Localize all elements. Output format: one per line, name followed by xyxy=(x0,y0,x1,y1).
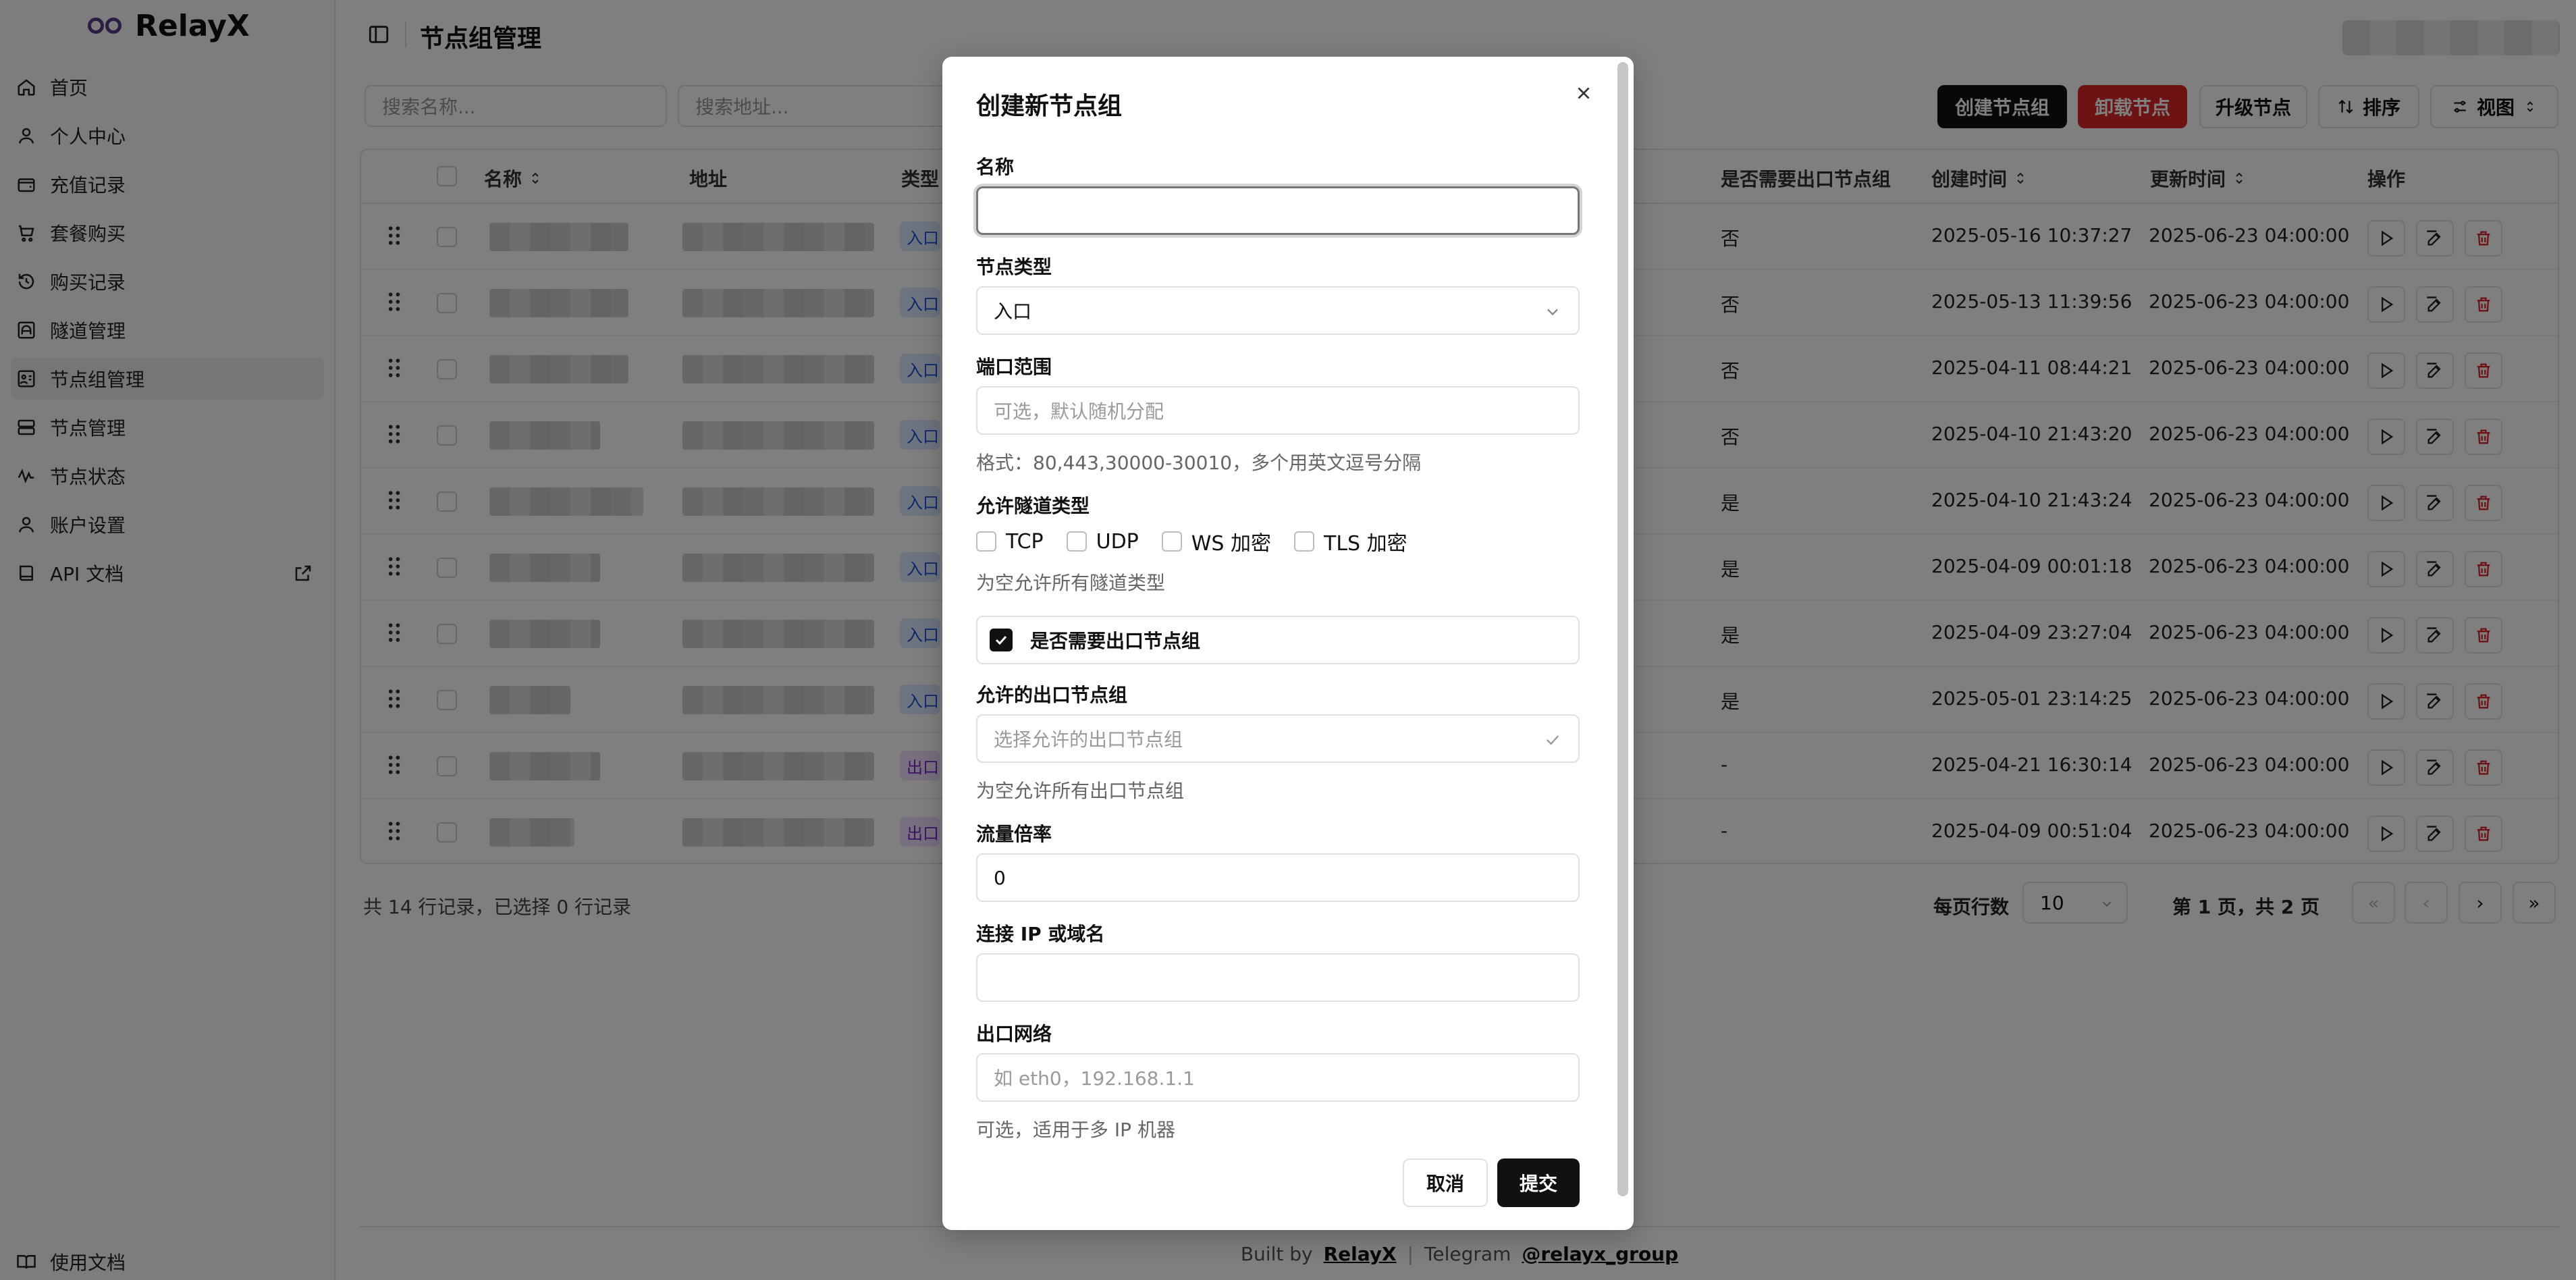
dialog-title: 创建新节点组 xyxy=(976,92,1123,120)
name-input[interactable] xyxy=(976,186,1580,235)
tunnel-type-tls[interactable]: TLS 加密 xyxy=(1294,527,1407,556)
node-type-select[interactable]: 入口 xyxy=(976,286,1580,335)
chevron-down-icon xyxy=(1547,309,1558,316)
need-exit-checkbox[interactable] xyxy=(990,629,1013,651)
tcp-checkbox[interactable] xyxy=(976,531,996,552)
create-group-dialog: 创建新节点组 名称 节点类型 入口 端口范围 可选，默认随机分配 格式：80,4… xyxy=(942,57,1634,1230)
node-type-label: 节点类型 xyxy=(976,256,1052,278)
need-exit-option[interactable]: 是否需要出口节点组 xyxy=(976,616,1580,664)
port-range-input[interactable]: 可选，默认随机分配 xyxy=(976,386,1580,435)
traffic-ratio-label: 流量倍率 xyxy=(976,823,1052,845)
check-icon xyxy=(995,635,1007,645)
tunnel-types-group: TCP UDP WS 加密 TLS 加密 xyxy=(976,527,1420,556)
egress-network-label: 出口网络 xyxy=(976,1023,1052,1045)
submit-button[interactable]: 提交 xyxy=(1497,1158,1580,1207)
egress-network-input[interactable]: 如 eth0，192.168.1.1 xyxy=(976,1053,1580,1102)
close-icon[interactable] xyxy=(1569,78,1599,108)
tunnel-types-label: 允许隧道类型 xyxy=(976,495,1090,517)
port-range-label: 端口范围 xyxy=(976,356,1052,378)
connect-address-label: 连接 IP 或域名 xyxy=(976,923,1105,945)
port-range-help: 格式：80,443,30000-30010，多个用英文逗号分隔 xyxy=(976,452,1422,474)
dialog-scrollbar[interactable] xyxy=(1617,62,1628,1196)
ws-checkbox[interactable] xyxy=(1161,531,1182,552)
exit-groups-help: 为空允许所有出口节点组 xyxy=(976,780,1185,802)
tunnel-type-ws[interactable]: WS 加密 xyxy=(1161,527,1271,556)
traffic-ratio-input[interactable]: 0 xyxy=(976,853,1580,902)
name-label: 名称 xyxy=(976,156,1015,178)
cancel-button[interactable]: 取消 xyxy=(1403,1158,1488,1207)
connect-address-input[interactable] xyxy=(976,953,1580,1002)
tunnel-type-udp[interactable]: UDP xyxy=(1066,530,1139,554)
exit-groups-label: 允许的出口节点组 xyxy=(976,684,1128,706)
tls-checkbox[interactable] xyxy=(1294,531,1315,552)
tunnel-type-tcp[interactable]: TCP xyxy=(976,530,1044,554)
egress-network-help: 可选，适用于多 IP 机器 xyxy=(976,1119,1175,1141)
tunnel-types-help: 为空允许所有隧道类型 xyxy=(976,572,1166,594)
udp-checkbox[interactable] xyxy=(1066,531,1087,552)
check-icon xyxy=(1547,735,1559,745)
exit-groups-select[interactable]: 选择允许的出口节点组 xyxy=(976,714,1580,763)
